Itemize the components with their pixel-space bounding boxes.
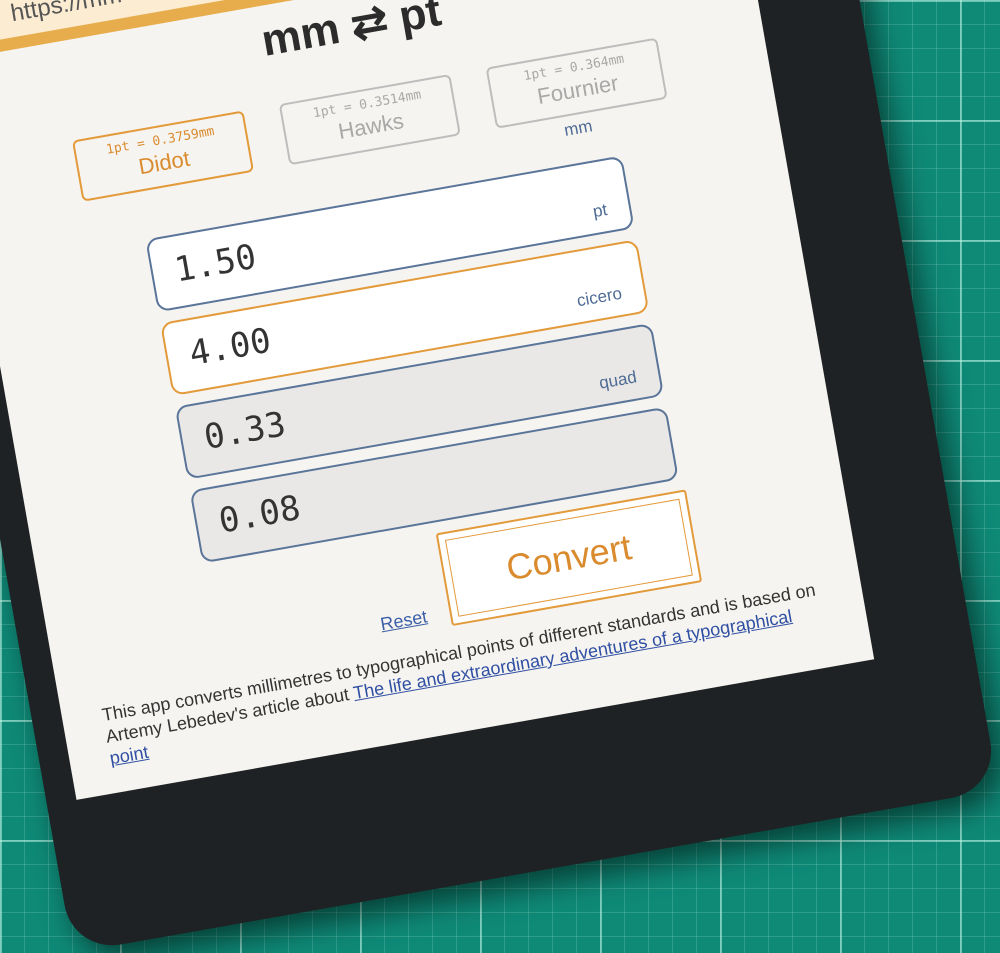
convert-label: Convert <box>444 498 693 617</box>
standard-hawks-button[interactable]: 1pt = 0.3514mm Hawks <box>278 74 461 166</box>
mm-value: 1.50 <box>171 236 260 291</box>
reset-link[interactable]: Reset <box>379 606 429 635</box>
github-icon[interactable] <box>466 784 517 800</box>
phone-device: https://mm-to-pt.irina-ivanova mm ⇄ pt 1… <box>0 0 1000 953</box>
phone-screen: https://mm-to-pt.irina-ivanova mm ⇄ pt 1… <box>0 0 875 800</box>
cicero-value: 0.33 <box>201 404 289 458</box>
mm-unit-label: mm <box>562 116 594 140</box>
quad-value: 0.08 <box>215 487 304 542</box>
standard-fournier-button[interactable]: 1pt = 0.364mm Fournier <box>485 37 668 129</box>
phone-frame: https://mm-to-pt.irina-ivanova mm ⇄ pt 1… <box>0 0 999 953</box>
lock-icon <box>0 2 2 36</box>
pt-value: 4.00 <box>186 320 274 375</box>
standard-didot-button[interactable]: 1pt = 0.3759mm Didot <box>71 110 255 202</box>
